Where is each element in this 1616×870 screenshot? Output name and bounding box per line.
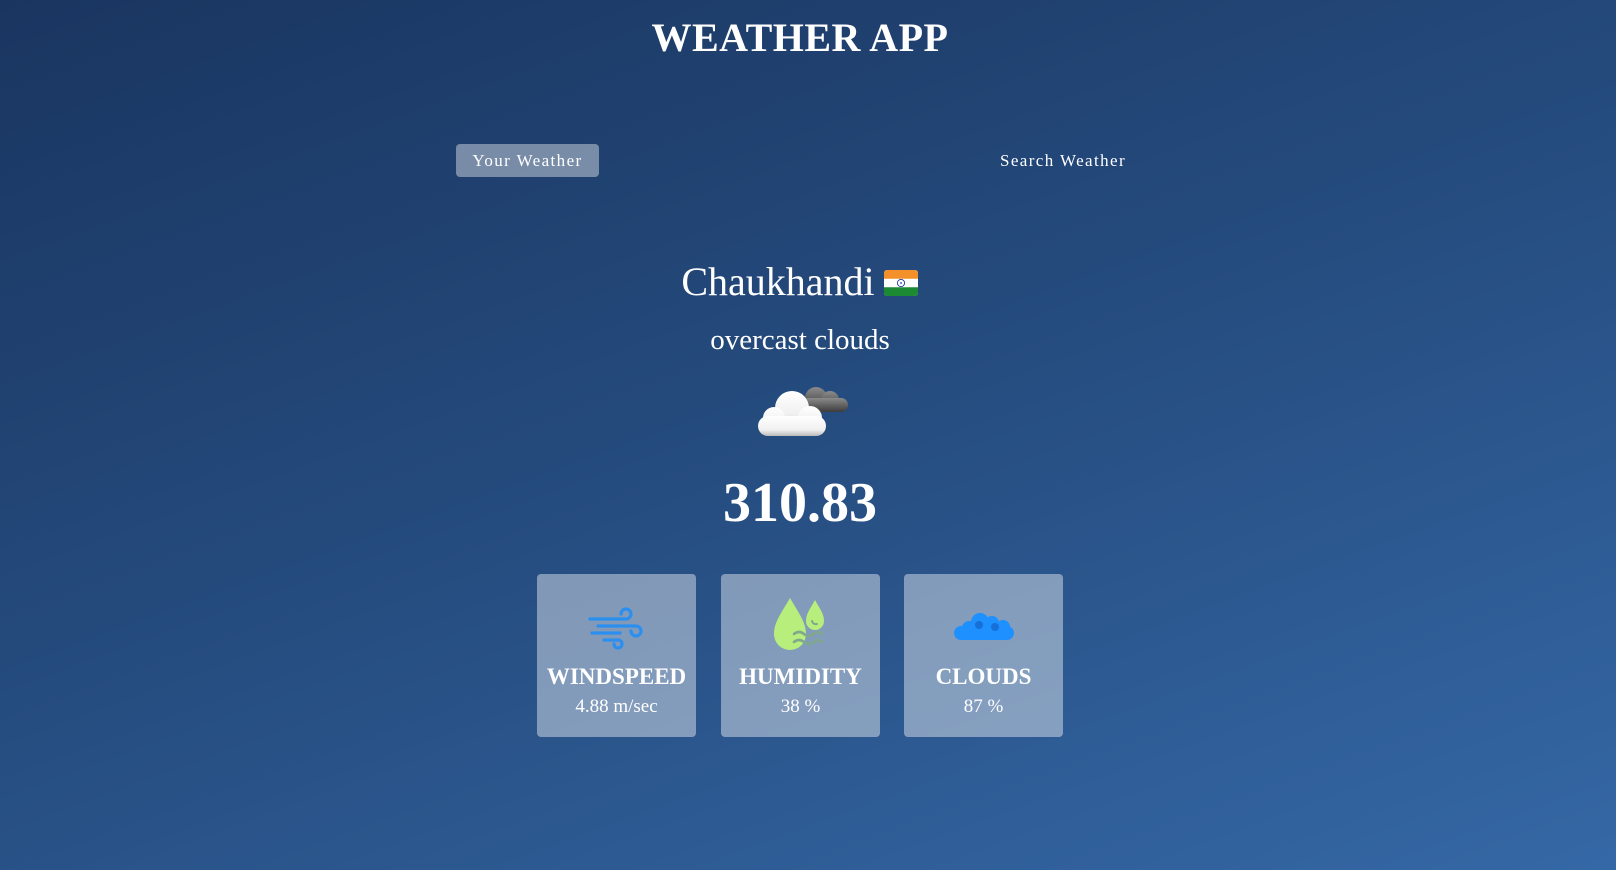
tab-your-weather[interactable]: Your Weather (456, 144, 599, 177)
humidity-card: HUMIDITY 38 % (721, 574, 880, 737)
humidity-icon (774, 598, 824, 650)
windspeed-card: WINDSPEED 4.88 m/sec (537, 574, 696, 737)
clouds-card: CLOUDS 87 % (904, 574, 1063, 737)
clouds-value: 87 % (963, 696, 1004, 717)
city-header: Chaukhandi (0, 258, 1600, 306)
app-title: WEATHER APP (651, 15, 949, 60)
india-flag-icon (883, 269, 918, 296)
windspeed-label: WINDSPEED (546, 664, 687, 689)
temperature-value: 310.83 (723, 472, 877, 534)
wind-icon (588, 607, 643, 650)
humidity-label: HUMIDITY (739, 664, 862, 689)
windspeed-value: 4.88 m/sec (575, 696, 658, 717)
overcast-clouds-icon (758, 387, 848, 436)
tab-search-weather[interactable]: Search Weather (983, 144, 1143, 177)
humidity-value: 38 % (780, 696, 821, 717)
clouds-label: CLOUDS (935, 664, 1032, 689)
weather-description: overcast clouds (710, 324, 890, 356)
cloud-icon (954, 613, 1014, 640)
city-name: Chaukhandi (681, 259, 875, 304)
